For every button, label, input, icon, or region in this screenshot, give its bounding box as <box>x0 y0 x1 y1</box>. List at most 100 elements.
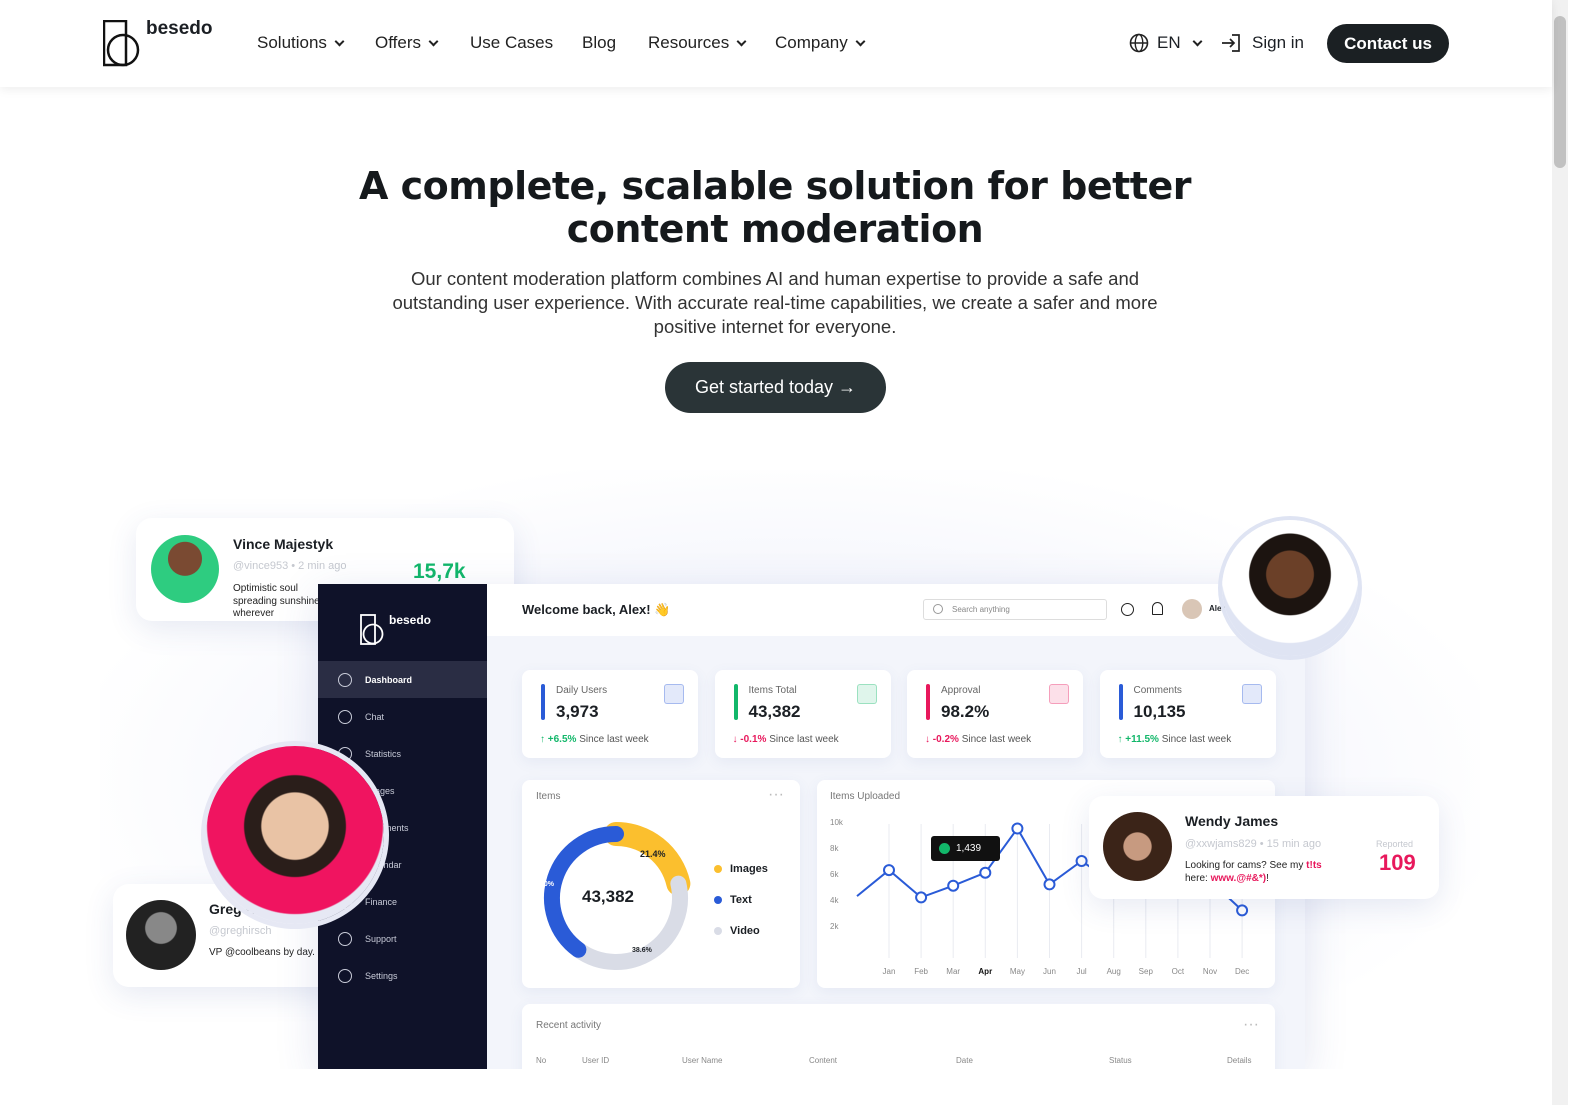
stat-icon <box>856 684 877 704</box>
stat-label: Comments <box>1133 685 1182 696</box>
stat-label: Daily Users <box>556 685 608 696</box>
more-icon[interactable]: ··· <box>1243 1016 1259 1034</box>
chevron-down-icon <box>428 36 439 46</box>
nav-label: Offers <box>375 33 421 52</box>
logo-text: besedo <box>389 613 432 627</box>
trend-up-icon: ↑ <box>540 734 545 745</box>
profile-handle: @vince953 • 2 min ago <box>233 560 347 572</box>
chevron-down-icon <box>334 36 345 46</box>
sign-in-link[interactable]: Sign in <box>1221 33 1304 53</box>
profile-bio: Looking for cams? See my t!ts here: www.@… <box>1185 860 1322 884</box>
profile-card-wendy: Wendy James @xxwjams829 • 15 min ago Loo… <box>1089 796 1439 899</box>
images-pct: 21.4% <box>640 849 666 859</box>
site-header: besedo Solutions Offers Use Cases Blog Resou… <box>0 0 1552 87</box>
stat-icon <box>664 684 684 704</box>
nav-label: Blog <box>582 33 617 52</box>
avatar-moderator <box>206 746 384 924</box>
contact-us-button[interactable]: Contact us <box>1327 24 1449 63</box>
trend-icon <box>939 843 950 854</box>
stat-change: ↑ +11.5% Since last week <box>1117 734 1232 745</box>
y-tick-label: 2k <box>830 922 839 931</box>
nav-use-cases[interactable]: Use Cases <box>470 33 553 53</box>
x-tick-label: Jan <box>883 967 896 976</box>
avatar <box>151 535 219 603</box>
x-tick-label: Nov <box>1203 967 1217 976</box>
more-icon[interactable]: ··· <box>768 786 784 804</box>
stat-value: 98.2% <box>941 702 990 721</box>
hero-title: A complete, scalable solution for better… <box>359 164 1191 251</box>
bell-icon[interactable] <box>1152 602 1163 615</box>
sidebar-label: Statistics <box>365 748 402 759</box>
x-tick-label: Aug <box>1107 967 1121 976</box>
stat-accent <box>926 684 930 720</box>
sidebar-item-support[interactable]: Support <box>318 920 487 957</box>
sidebar-label: Settings <box>365 970 398 981</box>
nav-offers[interactable]: Offers <box>375 33 439 53</box>
logo[interactable]: besedo <box>102 18 213 68</box>
video-pct: 38.6% <box>632 947 652 954</box>
x-tick-label: Mar <box>946 967 960 976</box>
column-header: Status <box>1109 1056 1132 1065</box>
stat-accent <box>1118 684 1123 720</box>
stat-label: Items Total <box>748 685 797 696</box>
hero-description: Our content moderation platform combines… <box>392 268 1158 337</box>
scrollbar[interactable] <box>1552 0 1568 1105</box>
recent-activity-card: Recent activity ··· No User ID User Name Co… <box>522 1004 1275 1069</box>
chevron-down-icon <box>736 36 747 46</box>
search-input[interactable]: Search anything <box>923 599 1107 620</box>
y-tick-label: 10k <box>830 818 844 827</box>
nav-label: Resources <box>648 33 730 52</box>
sidebar-item-settings[interactable]: Settings <box>318 957 487 994</box>
stat-value: 3,973 <box>556 702 599 721</box>
dashboard-topbar: Welcome back, Alex! 👋 Search anything Al… <box>487 584 1305 636</box>
globe-icon <box>1129 33 1149 53</box>
x-tick-label: Apr <box>978 967 992 976</box>
nav-label: Use Cases <box>470 33 554 52</box>
avatar <box>1103 812 1172 881</box>
legend-dot <box>714 896 722 904</box>
x-tick-label: Dec <box>1235 967 1249 976</box>
nav-resources[interactable]: Resources <box>648 33 747 53</box>
page-bottom-strip <box>0 1069 1552 1105</box>
legend-dot <box>714 927 722 935</box>
nav-company[interactable]: Company <box>775 33 866 53</box>
sidebar-item-dashboard[interactable]: Dashboard <box>318 661 487 698</box>
x-tick-label: Jul <box>1076 967 1086 976</box>
support-icon <box>338 931 352 946</box>
x-tick-label: Feb <box>914 967 928 976</box>
y-tick-label: 8k <box>830 844 839 853</box>
legend-images: Images <box>714 863 768 875</box>
tooltip-value: 1,439 <box>956 843 982 854</box>
sidebar-label: Support <box>365 933 397 944</box>
scrollbar-thumb[interactable] <box>1554 16 1566 168</box>
language-selector[interactable]: EN <box>1129 33 1203 53</box>
logo-mark-icon <box>360 614 384 645</box>
sidebar-item-chat[interactable]: Chat <box>318 698 487 735</box>
get-started-button[interactable]: Get started today → <box>665 362 886 413</box>
nav-blog[interactable]: Blog <box>582 33 616 53</box>
sidebar-label: Chat <box>365 711 385 722</box>
legend-text: Text <box>714 894 752 906</box>
profile-name: Wendy James <box>1185 813 1279 829</box>
data-point <box>1236 904 1249 917</box>
logo-mark-icon <box>102 19 140 67</box>
search-placeholder: Search anything <box>952 605 1010 614</box>
user-avatar[interactable] <box>1182 599 1202 619</box>
chat-icon[interactable] <box>1121 603 1134 616</box>
nav-solutions[interactable]: Solutions <box>257 33 345 53</box>
stat-icon <box>1241 684 1262 704</box>
reported-label: Reported <box>1376 839 1414 849</box>
stat-change: ↓ -0.1% Since last week <box>732 734 839 745</box>
settings-icon <box>338 968 352 983</box>
recent-title: Recent activity <box>536 1020 602 1031</box>
column-header: Date <box>956 1056 973 1065</box>
data-point <box>1011 822 1024 835</box>
x-tick-label: Sep <box>1139 967 1154 976</box>
avatar-reviewer <box>1222 520 1358 656</box>
stat-icon <box>1049 684 1069 704</box>
chevron-down-icon <box>1192 36 1203 46</box>
stat-card-daily-users: Daily Users 3,973 ↑ +6.5% Since last wee… <box>522 670 698 758</box>
stat-card-approval: Approval 98.2% ↓ -0.2% Since last week <box>907 670 1083 758</box>
welcome-text: Welcome back, Alex! 👋 <box>522 602 671 617</box>
text-pct: 40% <box>540 881 555 888</box>
